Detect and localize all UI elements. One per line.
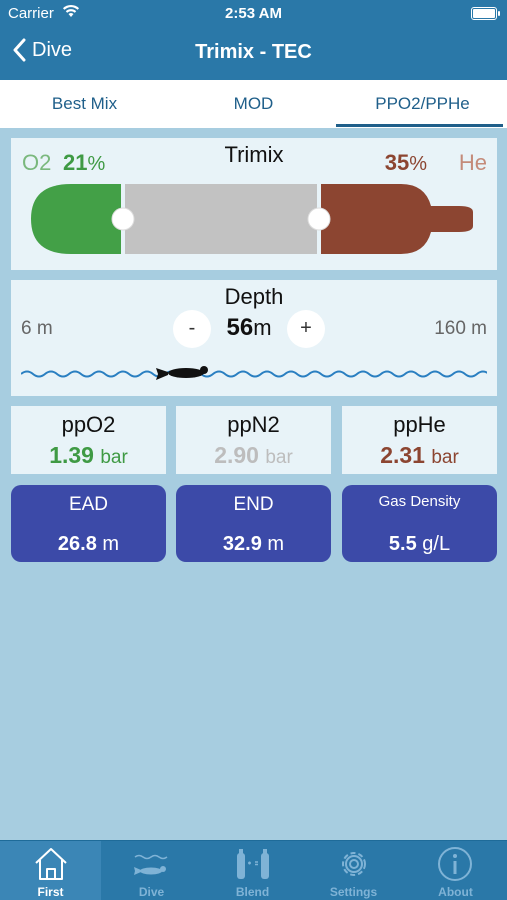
- tab-label: MOD: [233, 94, 274, 113]
- end-unit: m: [267, 533, 285, 555]
- ppn2-unit: bar: [265, 447, 293, 468]
- ppn2-box: ppN2 2.90 bar: [176, 406, 331, 474]
- depth-label: Depth: [224, 284, 284, 309]
- depth-slider-track[interactable]: [21, 360, 487, 384]
- pphe-unit: bar: [431, 447, 459, 468]
- o2-slider-handle[interactable]: [111, 207, 135, 231]
- pphe-label: ppHe: [393, 412, 446, 437]
- ppo2-number: 1.39: [49, 442, 94, 468]
- end-label: END: [233, 494, 274, 515]
- ead-number: 26.8: [57, 533, 97, 555]
- ppo2-label: ppO2: [61, 412, 116, 437]
- tabbar-first[interactable]: First: [0, 841, 101, 900]
- pphe-number: 2.31: [380, 442, 425, 468]
- he-unit: %: [409, 153, 427, 175]
- ead-card[interactable]: EAD 26.8 m: [11, 485, 166, 562]
- depth-decrease-button[interactable]: -: [173, 310, 211, 348]
- end-value: 32.9 m: [176, 533, 331, 556]
- diver-slider-thumb[interactable]: [156, 366, 208, 380]
- depth-min-label: 6 m: [21, 318, 53, 339]
- ead-unit: m: [102, 533, 120, 555]
- ppo2-unit: bar: [100, 447, 128, 468]
- tabbar-blend[interactable]: Blend: [202, 841, 303, 900]
- he-percentage: 35%: [385, 150, 427, 176]
- tabbar-label: Settings: [329, 885, 378, 899]
- battery-icon: [471, 7, 500, 20]
- gas-density-label: Gas Density: [378, 493, 461, 510]
- tab-label: PPO2/PPHe: [375, 94, 470, 113]
- tabbar-label: First: [37, 885, 64, 899]
- diver-icon: [134, 854, 168, 875]
- end-number: 32.9: [222, 533, 262, 555]
- tabbar-label: Blend: [235, 885, 270, 899]
- ppn2-number: 2.90: [214, 442, 259, 468]
- gear-icon: [342, 852, 366, 876]
- ppn2-label: ppN2: [227, 412, 280, 437]
- blend-tanks-icon: [237, 849, 269, 879]
- depth-increase-button[interactable]: +: [287, 310, 325, 348]
- tabbar-about[interactable]: About: [404, 841, 507, 900]
- pphe-value: 2.31 bar: [342, 442, 497, 469]
- he-value: 35: [384, 150, 410, 175]
- tabbar-label: About: [438, 885, 473, 899]
- gas-density-unit: g/L: [422, 533, 451, 555]
- bottom-tab-bar: First Dive Blend Settings About: [0, 840, 507, 900]
- clock: 2:53 AM: [225, 5, 282, 22]
- info-icon: [438, 847, 472, 881]
- ppo2-box: ppO2 1.39 bar: [11, 406, 166, 474]
- end-card[interactable]: END 32.9 m: [176, 485, 331, 562]
- gas-density-card[interactable]: Gas Density 5.5 g/L: [342, 485, 497, 562]
- segment-tabs: Best Mix MOD PPO2/PPHe: [0, 80, 507, 128]
- gas-density-value: 5.5 g/L: [342, 533, 497, 556]
- active-tab-indicator: [336, 124, 503, 127]
- n2-segment: [125, 184, 317, 254]
- he-label: He: [458, 150, 487, 175]
- depth-unit: m: [253, 315, 272, 340]
- o2-segment: [31, 184, 121, 254]
- pphe-box: ppHe 2.31 bar: [342, 406, 497, 474]
- he-slider-handle[interactable]: [307, 207, 331, 231]
- tab-label: Best Mix: [51, 94, 118, 113]
- ead-label: EAD: [68, 494, 109, 515]
- status-bar: Carrier 2:53 AM: [0, 0, 507, 28]
- ppn2-value: 2.90 bar: [176, 442, 331, 469]
- ead-value: 26.8 m: [11, 533, 166, 556]
- gas-density-number: 5.5: [388, 533, 417, 555]
- tab-mod[interactable]: MOD: [169, 80, 338, 128]
- gas-cylinder-graphic: [31, 184, 473, 254]
- page-title: Trimix - TEC: [195, 41, 312, 63]
- navigation-bar: Dive Trimix - TEC: [0, 28, 507, 80]
- house-icon: [35, 848, 67, 880]
- gas-mix-panel: O2 21% Trimix 35% He: [11, 138, 497, 270]
- depth-max-label: 160 m: [434, 318, 487, 339]
- depth-value: 56m: [211, 314, 287, 342]
- he-segment: [321, 184, 473, 254]
- tabbar-dive[interactable]: Dive: [101, 841, 202, 900]
- tabbar-label: Dive: [138, 885, 165, 899]
- tab-best-mix[interactable]: Best Mix: [0, 80, 169, 128]
- depth-number: 56: [226, 314, 254, 341]
- tabbar-settings[interactable]: Settings: [303, 841, 404, 900]
- tab-ppo2-pphe[interactable]: PPO2/PPHe: [336, 80, 507, 128]
- depth-panel: Depth 6 m - 56m + 160 m: [11, 280, 497, 396]
- ppo2-value: 1.39 bar: [11, 442, 166, 469]
